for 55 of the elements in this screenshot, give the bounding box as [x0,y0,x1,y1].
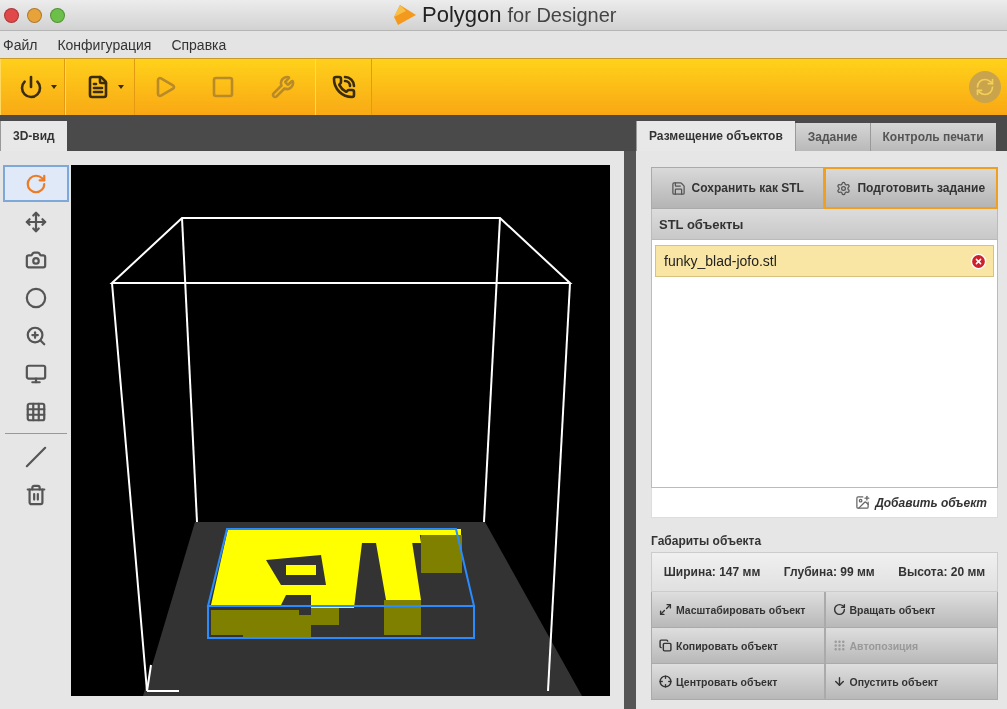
file-name: funky_blad-jofo.stl [664,253,777,269]
logo-icon [394,5,416,25]
slash-icon [24,445,47,468]
wrench-icon [270,75,295,99]
monitor-icon [24,362,47,385]
section-title: Габариты объекта [651,534,763,548]
app-brand: Polygon [422,2,502,28]
support-icon [331,75,356,99]
panel-tab[interactable]: Контроль печати [869,123,996,151]
rotate-button[interactable]: Вращать объект [824,592,998,628]
center-button[interactable]: Центровать объект [651,664,825,700]
support-button[interactable] [315,59,372,115]
stop-icon [210,75,235,99]
save-button[interactable]: Сохранить как STL [651,167,824,209]
trash-icon [24,483,47,506]
list-header: STL объекты [651,209,998,239]
remove-icon[interactable] [970,252,987,270]
menu-item[interactable]: Конфигурация [57,36,152,53]
panel-tab[interactable]: Задание [794,123,870,151]
menu-item[interactable]: Справка [171,36,227,53]
rotate-icon [24,172,47,195]
menu-item[interactable]: Файл [3,36,38,53]
copy-button[interactable]: Копировать объект [651,628,825,664]
app-brand-suffix: for Designer [507,3,617,27]
dimension-value: Ширина: 147 мм [663,565,761,579]
window-control[interactable] [4,7,19,23]
power-icon [18,75,43,99]
add-object-link[interactable]: Добавить объект [855,495,987,510]
down-arrow-icon [832,675,846,688]
add-image-icon [855,495,871,510]
window-control[interactable] [50,7,65,23]
grid-icon [24,400,47,423]
dimension-value: Высота: 20 мм [898,565,986,579]
copy-icon [659,639,672,652]
power-button[interactable] [0,59,65,115]
view-tab[interactable]: 3D-вид [0,121,67,151]
crosshair-icon [659,675,672,688]
list-item[interactable]: funky_blad-jofo.stl [655,245,994,277]
document-button[interactable] [65,59,135,115]
window-control[interactable] [27,7,42,23]
drop-button[interactable]: Опустить объект [824,664,998,700]
dots-icon [832,639,846,652]
panel-tab[interactable]: Размещение объектов [636,121,795,151]
move-arrows-icon [24,210,47,233]
rotate-icon [832,603,846,616]
caret-icon [50,85,57,89]
dimension-value: Глубина: 99 мм [783,565,875,579]
prepare-button[interactable]: Подготовить задание [823,167,998,209]
zoom-in-icon [24,324,47,347]
refresh-icon [975,77,995,97]
gear-icon [836,180,852,196]
document-icon [86,75,110,99]
caret-icon [118,85,124,89]
expand-icon [659,603,672,616]
scale-button[interactable]: Масштабировать объект [651,592,825,628]
